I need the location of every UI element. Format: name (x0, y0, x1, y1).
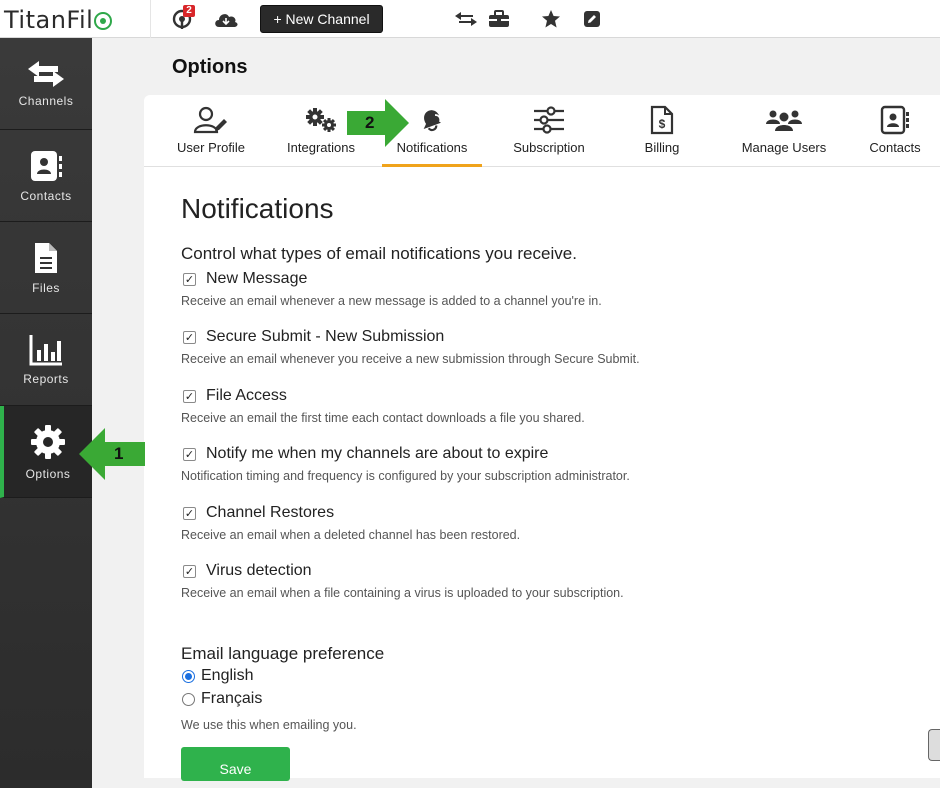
secure-submit-checkbox[interactable] (183, 330, 196, 344)
option-label: New Message (206, 270, 308, 287)
tab-label: Billing (644, 140, 680, 155)
sidebar-item-label: Files (32, 280, 60, 295)
scroll-corner-button[interactable] (928, 729, 940, 761)
annotation-number-1: 1 (114, 444, 124, 463)
bar-chart-icon (29, 334, 62, 365)
sidebar-item-label: Reports (23, 371, 69, 386)
tab-user-profile[interactable]: User Profile (171, 105, 251, 167)
option-label: File Access (206, 387, 287, 404)
tab-subscription[interactable]: Subscription (506, 105, 592, 167)
svg-text:$: $ (659, 117, 666, 131)
tab-contacts[interactable]: Contacts (860, 105, 930, 167)
sidebar: Channels Contacts Files Reports Options (0, 38, 92, 788)
sidebar-item-label: Channels (18, 93, 74, 108)
option-channel-restores: Channel Restores Receive an email when a… (181, 504, 520, 542)
invoice-icon: $ (650, 105, 674, 135)
logo-text: TitanFil (4, 6, 94, 34)
arrows-left-right-icon[interactable] (453, 8, 479, 30)
channel-expire-checkbox[interactable] (183, 447, 196, 461)
briefcase-icon[interactable] (486, 8, 512, 30)
english-radio[interactable] (182, 669, 195, 683)
language-note: We use this when emailing you. (181, 718, 357, 732)
sidebar-item-channels[interactable]: Channels (0, 38, 92, 130)
top-bar: TitanFil 2 + New Channel (0, 0, 940, 38)
option-description: Receive an email when a file containing … (181, 586, 624, 600)
new-message-checkbox[interactable] (183, 272, 196, 286)
option-description: Receive an email the first time each con… (181, 411, 585, 425)
notifications-icon[interactable]: 2 (170, 5, 198, 30)
language-title: Email language preference (181, 644, 385, 663)
sidebar-item-reports[interactable]: Reports (0, 314, 92, 406)
tab-label: Subscription (513, 140, 585, 155)
tab-billing[interactable]: $ Billing (632, 105, 692, 167)
option-label: Virus detection (206, 562, 312, 579)
option-new-message: New Message Receive an email whenever a … (181, 270, 602, 308)
option-description: Receive an email whenever you receive a … (181, 352, 640, 366)
sliders-icon (534, 106, 564, 134)
option-virus-detection: Virus detection Receive an email when a … (181, 562, 624, 600)
divider (150, 0, 151, 38)
tab-label: Integrations (287, 140, 355, 155)
section-title: Notifications (181, 193, 334, 224)
language-option-french[interactable]: Français (181, 690, 262, 708)
annotation-arrow-2 (347, 99, 409, 147)
annotation-number-2: 2 (365, 113, 375, 132)
app-logo[interactable]: TitanFil (4, 6, 113, 34)
contact-card-icon (31, 150, 62, 181)
sidebar-item-files[interactable]: Files (0, 222, 92, 314)
new-channel-button[interactable]: + New Channel (260, 5, 383, 33)
gear-icon (31, 424, 65, 459)
file-icon (35, 242, 57, 273)
sidebar-item-label: Options (25, 466, 71, 481)
cloud-icon[interactable] (212, 8, 240, 30)
sidebar-item-contacts[interactable]: Contacts (0, 130, 92, 222)
french-radio[interactable] (182, 692, 195, 706)
option-file-access: File Access Receive an email the first t… (181, 387, 585, 425)
option-label: Secure Submit - New Submission (206, 328, 445, 345)
channel-restores-checkbox[interactable] (183, 506, 196, 520)
option-label: Channel Restores (206, 504, 335, 521)
option-description: Notification timing and frequency is con… (181, 469, 630, 483)
tab-label: Contacts (869, 140, 921, 155)
tab-label: User Profile (177, 140, 245, 155)
titanfile-e-logo-icon (94, 12, 113, 30)
option-description: Receive an email when a deleted channel … (181, 528, 521, 542)
radio-label: English (201, 667, 254, 684)
option-description: Receive an email whenever a new message … (181, 294, 602, 308)
file-access-checkbox[interactable] (183, 389, 196, 403)
save-button[interactable]: Save (181, 747, 290, 781)
annotation-arrow-1 (79, 428, 145, 480)
star-icon[interactable] (540, 8, 562, 30)
bell-icon (423, 110, 442, 132)
virus-detection-checkbox[interactable] (183, 564, 196, 578)
page-title: Options (172, 56, 248, 78)
language-option-english[interactable]: English (181, 667, 253, 685)
option-channel-expire: Notify me when my channels are about to … (181, 445, 630, 483)
user-edit-icon (193, 106, 227, 134)
tab-manage-users[interactable]: Manage Users (734, 105, 834, 167)
gears-icon (306, 108, 336, 132)
radio-label: Français (201, 690, 263, 707)
users-icon (766, 110, 802, 131)
sidebar-item-label: Contacts (20, 188, 72, 203)
notification-badge: 2 (183, 5, 195, 17)
arrows-left-right-icon (28, 60, 64, 87)
edit-icon[interactable] (581, 8, 603, 30)
section-intro: Control what types of email notification… (181, 244, 577, 263)
options-tabs: User Profile Integrations Notifications … (144, 95, 940, 167)
option-label: Notify me when my channels are about to … (206, 445, 549, 462)
tab-label: Manage Users (741, 140, 827, 155)
option-secure-submit: Secure Submit - New Submission Receive a… (181, 328, 640, 366)
contact-card-icon (880, 105, 909, 135)
